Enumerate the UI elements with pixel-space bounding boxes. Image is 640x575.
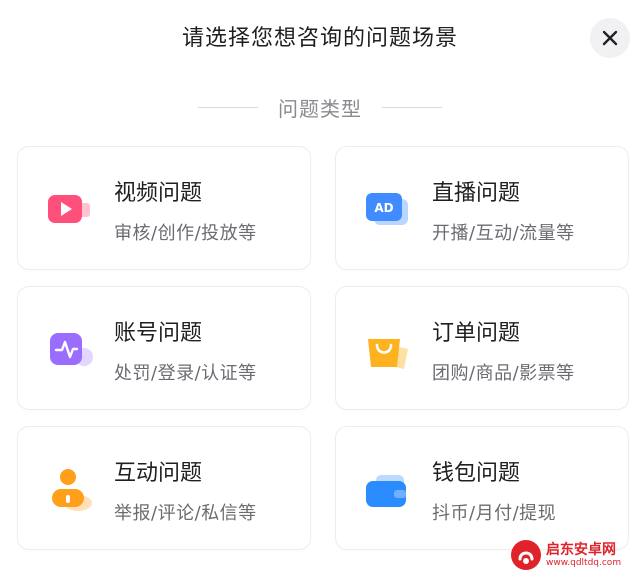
card-description: 抖币/月付/提现	[432, 503, 557, 524]
divider-right	[382, 106, 442, 108]
card-title: 钱包问题	[432, 461, 521, 486]
watermark-name: 启东安卓网	[546, 541, 616, 558]
dialog-title: 请选择您想咨询的问题场景	[181, 26, 458, 51]
wallet-icon	[366, 475, 406, 507]
card-title: 视频问题	[114, 181, 203, 206]
watermark: 启东安卓网 www.qdltdq.com	[510, 538, 638, 572]
card-description: 开播/互动/流量等	[432, 223, 575, 244]
card-live[interactable]: AD 直播问题 开播/互动/流量等	[335, 146, 629, 270]
card-account[interactable]: 账号问题 处罚/登录/认证等	[17, 286, 311, 410]
shopping-bag-icon	[368, 339, 408, 369]
card-title: 直播问题	[432, 181, 521, 206]
section-heading: 问题类型	[0, 92, 640, 122]
video-icon	[48, 195, 90, 223]
user-icon	[52, 469, 92, 511]
card-video[interactable]: 视频问题 审核/创作/投放等	[17, 146, 311, 270]
card-description: 团购/商品/影票等	[432, 363, 575, 384]
card-interaction[interactable]: 互动问题 举报/评论/私信等	[17, 426, 311, 550]
close-icon	[602, 30, 618, 46]
watermark-logo-icon	[511, 540, 541, 570]
watermark-url: www.qdltdq.com	[546, 557, 622, 568]
divider-left	[198, 106, 258, 108]
svg-text:AD: AD	[374, 201, 393, 215]
close-button[interactable]	[590, 18, 630, 58]
ad-icon: AD	[366, 193, 408, 225]
card-title: 订单问题	[432, 321, 521, 346]
card-description: 举报/评论/私信等	[114, 503, 257, 524]
card-description: 处罚/登录/认证等	[114, 363, 257, 384]
account-icon	[50, 333, 93, 366]
card-title: 互动问题	[114, 461, 203, 486]
card-order[interactable]: 订单问题 团购/商品/影票等	[335, 286, 629, 410]
card-title: 账号问题	[114, 321, 203, 346]
section-heading-label: 问题类型	[278, 96, 362, 121]
card-wallet[interactable]: 钱包问题 抖币/月付/提现	[335, 426, 629, 550]
card-description: 审核/创作/投放等	[114, 223, 257, 244]
